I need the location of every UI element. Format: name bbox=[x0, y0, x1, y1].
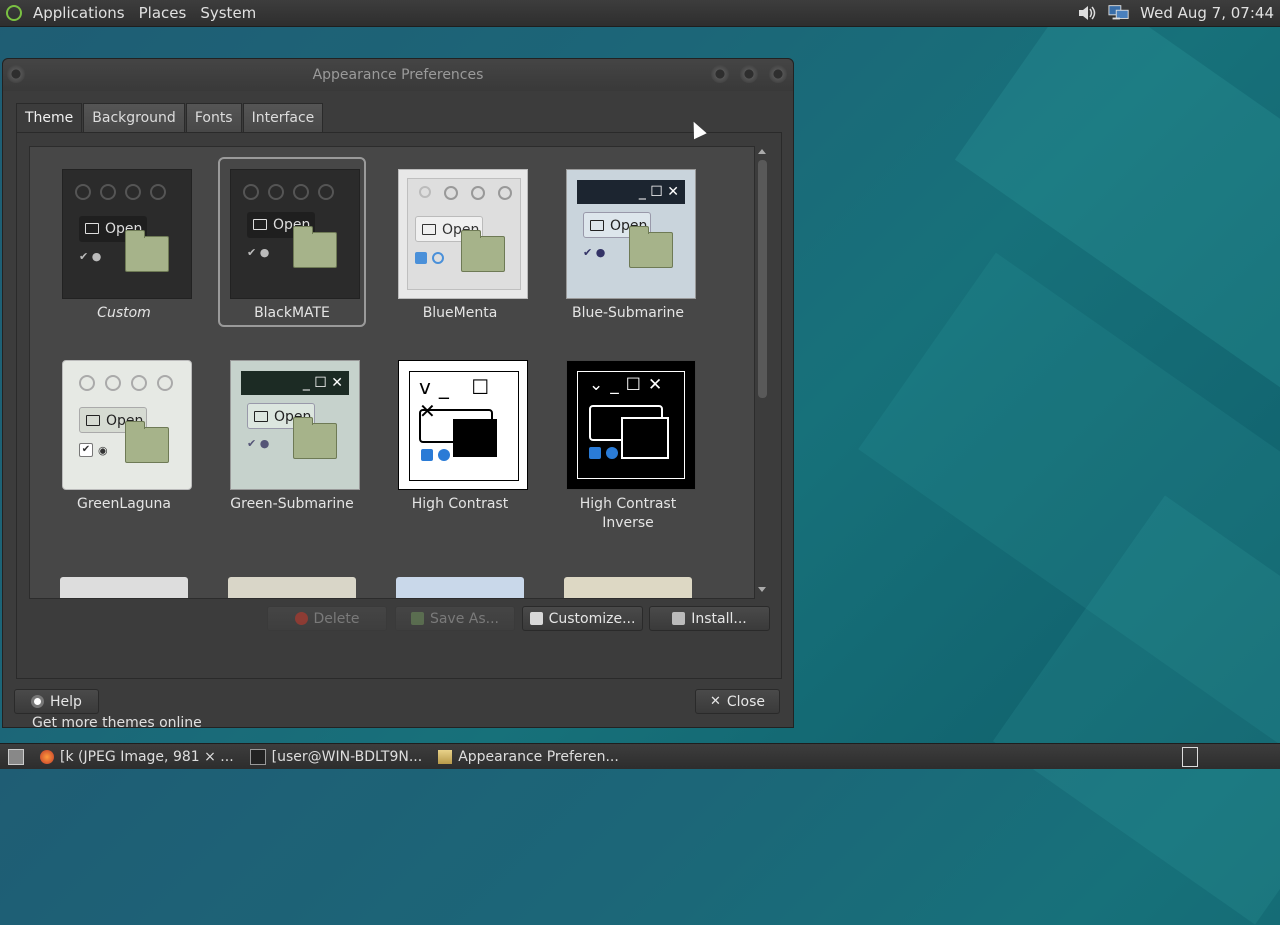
theme-name: Green-Submarine bbox=[230, 496, 354, 512]
taskbar-item-label: [user@WIN-BDLT9N... bbox=[271, 748, 423, 765]
theme-name: High Contrast bbox=[411, 496, 509, 512]
scroll-up-icon[interactable] bbox=[758, 149, 766, 154]
scrollbar-thumb[interactable] bbox=[758, 160, 767, 398]
delete-button[interactable]: Delete bbox=[267, 606, 387, 631]
volume-icon[interactable] bbox=[1076, 3, 1098, 23]
save-as-label: Save As... bbox=[429, 610, 500, 627]
theme-item-high-contrast-inverse[interactable]: ⌄_☐✕ High Contrast Inverse bbox=[554, 348, 702, 531]
tab-bar: Theme Background Fonts Interface bbox=[16, 103, 324, 132]
close-button[interactable]: ✕ Close bbox=[695, 689, 780, 714]
install-label: Install... bbox=[691, 610, 747, 627]
delete-icon bbox=[294, 612, 308, 625]
maximize-button[interactable] bbox=[740, 65, 758, 83]
workspace-switcher[interactable] bbox=[1182, 746, 1198, 767]
theme-thumbnail: ⌄_☐✕ bbox=[566, 360, 696, 490]
taskbar-item-label: [k (JPEG Image, 981 × ... bbox=[60, 748, 234, 765]
theme-item-custom[interactable]: Open ✔ ● Custom bbox=[50, 157, 198, 327]
theme-thumbnail: _ ☐ ✕ Open ✔ ● bbox=[566, 169, 696, 299]
save-icon bbox=[410, 612, 424, 625]
theme-name: BlueMenta bbox=[422, 305, 498, 321]
theme-thumbnail: Open ✔ ● bbox=[230, 169, 360, 299]
get-more-themes-link[interactable]: Get more themes online bbox=[32, 715, 202, 731]
theme-item-green-submarine[interactable]: _ ☐ ✕ Open ✔ ● Green-Submarine bbox=[218, 348, 366, 518]
taskbar-item-firefox[interactable]: [k (JPEG Image, 981 × ... bbox=[32, 744, 242, 769]
theme-thumbnail: v_ ☐ ✕ bbox=[398, 360, 528, 490]
theme-name: BlackMATE bbox=[254, 305, 330, 321]
delete-label: Delete bbox=[313, 610, 360, 627]
firefox-icon bbox=[40, 749, 54, 764]
scroll-down-icon[interactable] bbox=[758, 587, 766, 592]
theme-item-blue-submarine[interactable]: _ ☐ ✕ Open ✔ ● Blue-Submarine bbox=[554, 157, 702, 327]
help-icon bbox=[31, 695, 45, 708]
theme-item-high-contrast[interactable]: v_ ☐ ✕ High Contrast bbox=[386, 348, 534, 518]
taskbar-item-appearance[interactable]: Appearance Preferen... bbox=[430, 744, 627, 769]
show-desktop-icon bbox=[8, 748, 24, 765]
taskbar-item-label: Appearance Preferen... bbox=[458, 748, 619, 765]
close-icon: ✕ bbox=[709, 694, 721, 709]
tab-fonts[interactable]: Fonts bbox=[185, 103, 242, 132]
menu-system[interactable]: System bbox=[193, 4, 263, 22]
theme-item-bluementa[interactable]: Open BlueMenta bbox=[386, 157, 534, 327]
theme-thumbnail: Open ✔◉ bbox=[62, 360, 192, 490]
show-desktop-button[interactable] bbox=[0, 744, 32, 769]
theme-item-blackmate[interactable]: Open ✔ ● BlackMATE bbox=[218, 157, 366, 327]
bottom-panel: [k (JPEG Image, 981 × ... [user@WIN-BDLT… bbox=[0, 743, 1280, 769]
taskbar-item-terminal[interactable]: [user@WIN-BDLT9N... bbox=[242, 744, 431, 769]
system-tray: Wed Aug 7, 07:44 bbox=[1076, 3, 1280, 23]
theme-thumbnail: Open ✔ ● bbox=[62, 169, 192, 299]
theme-name: Blue-Submarine bbox=[571, 305, 685, 321]
save-as-button[interactable]: Save As... bbox=[395, 606, 515, 631]
titlebar[interactable]: Appearance Preferences bbox=[3, 59, 793, 91]
minimize-button[interactable] bbox=[711, 65, 729, 83]
theme-thumbnail: _ ☐ ✕ Open ✔ ● bbox=[230, 360, 360, 490]
theme-thumbnail-partial[interactable] bbox=[396, 577, 524, 598]
theme-list-scrollbar[interactable] bbox=[756, 146, 769, 597]
appearance-icon bbox=[438, 749, 453, 764]
close-window-button[interactable] bbox=[769, 65, 787, 83]
help-button[interactable]: Help bbox=[14, 689, 99, 714]
mate-logo-icon[interactable] bbox=[6, 5, 22, 21]
theme-name: GreenLaguna bbox=[77, 496, 171, 512]
install-button[interactable]: Install... bbox=[649, 606, 770, 631]
theme-thumbnail-partial[interactable] bbox=[564, 577, 692, 598]
theme-thumbnail-partial[interactable] bbox=[228, 577, 356, 598]
theme-thumbnail: Open bbox=[398, 169, 528, 299]
theme-name: High Contrast Inverse bbox=[579, 496, 677, 531]
window-title: Appearance Preferences bbox=[312, 67, 484, 83]
close-label: Close bbox=[726, 693, 766, 710]
theme-item-greenlaguna[interactable]: Open ✔◉ GreenLaguna bbox=[50, 348, 198, 518]
network-icon[interactable] bbox=[1108, 3, 1130, 23]
theme-name: Custom bbox=[97, 305, 151, 321]
install-icon bbox=[672, 612, 686, 625]
appearance-preferences-window: Appearance Preferences Theme Background … bbox=[2, 58, 794, 731]
tab-background[interactable]: Background bbox=[83, 103, 185, 132]
theme-tab-panel: Open ✔ ● Custom Open ✔ ● BlackMATE BlueM… bbox=[16, 132, 782, 731]
help-label: Help bbox=[50, 693, 82, 710]
clock[interactable]: Wed Aug 7, 07:44 bbox=[1140, 4, 1274, 22]
tab-theme[interactable]: Theme bbox=[16, 103, 83, 132]
terminal-icon bbox=[249, 748, 266, 765]
menu-places[interactable]: Places bbox=[132, 4, 194, 22]
customize-label: Customize... bbox=[548, 610, 636, 627]
customize-button[interactable]: Customize... bbox=[522, 606, 643, 631]
top-panel: Applications Places System Wed Aug 7, 07… bbox=[0, 0, 1280, 27]
menu-applications[interactable]: Applications bbox=[26, 4, 132, 22]
theme-list[interactable]: Open ✔ ● Custom Open ✔ ● BlackMATE BlueM… bbox=[29, 146, 755, 599]
theme-thumbnail-partial[interactable] bbox=[60, 577, 188, 598]
tab-interface[interactable]: Interface bbox=[242, 103, 324, 132]
customize-icon bbox=[529, 612, 543, 625]
